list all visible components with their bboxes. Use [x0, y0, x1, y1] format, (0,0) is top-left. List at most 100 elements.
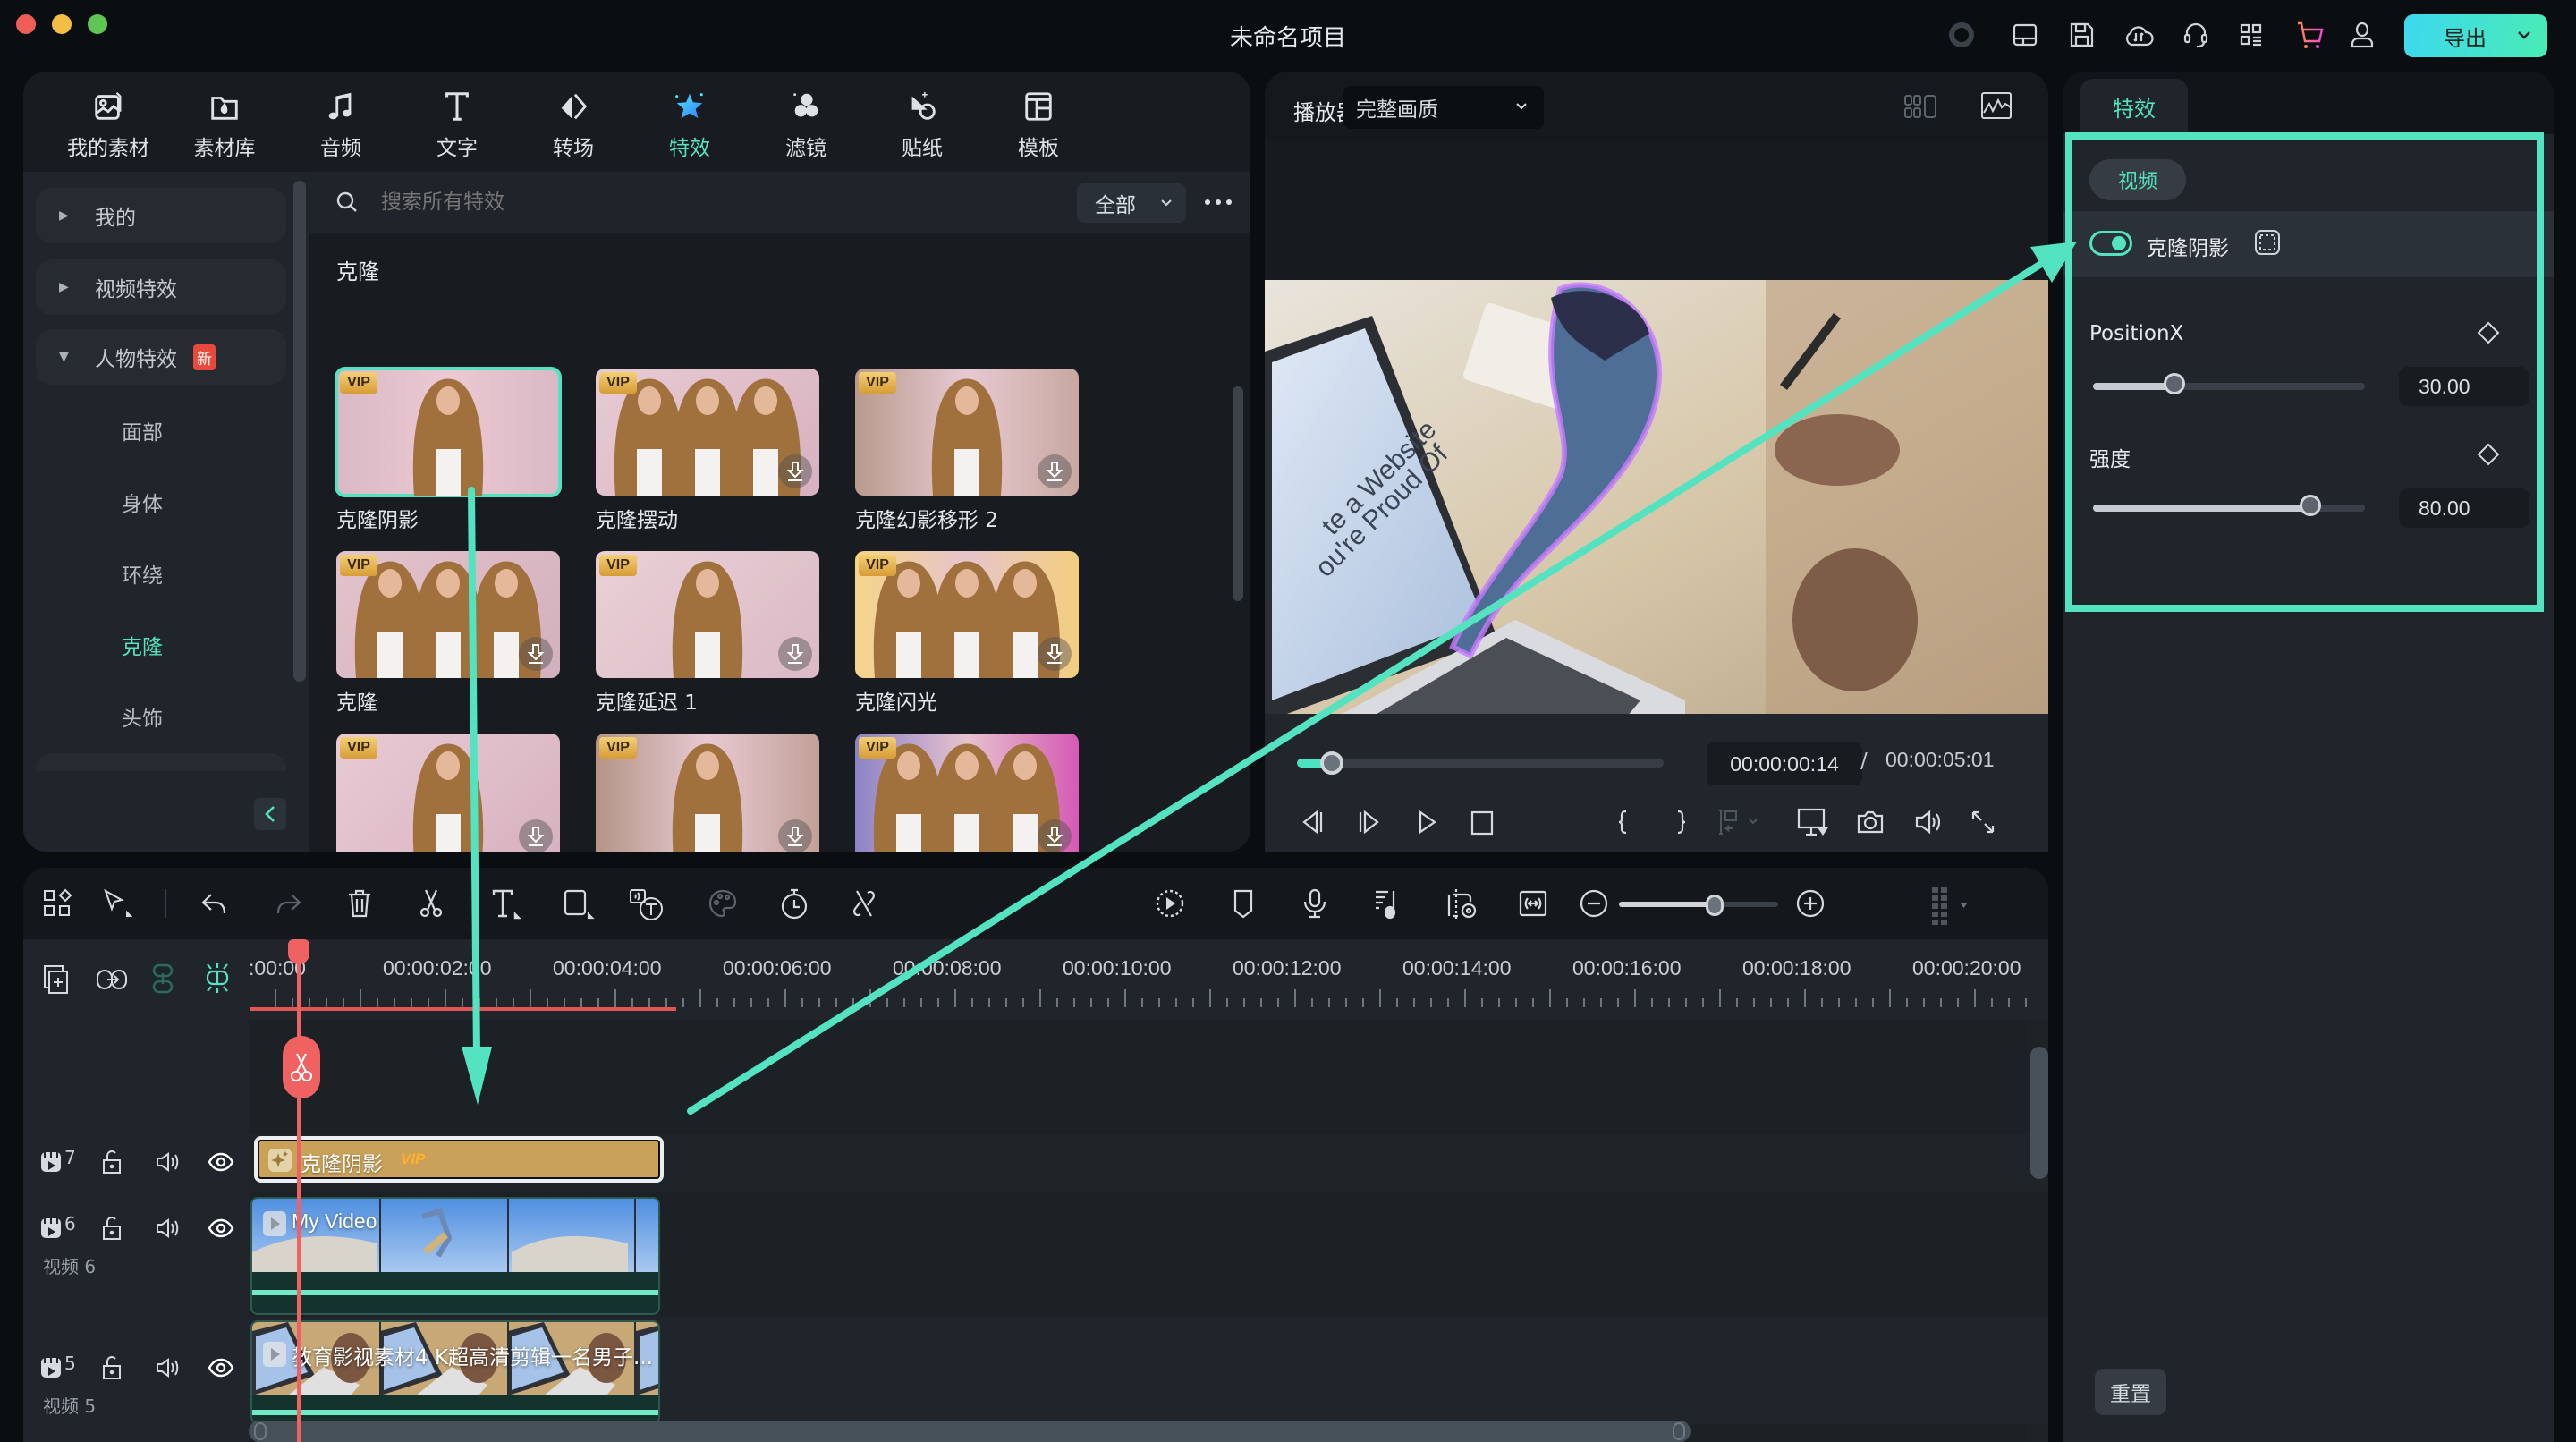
display-icon[interactable] [1796, 807, 1829, 837]
effect-thumbnail[interactable]: VIP [855, 551, 1079, 678]
sidebar-item-video-effects[interactable]: ▶ 视频特效 [36, 259, 286, 315]
apps-grid-icon[interactable] [2236, 20, 2267, 50]
record-icon[interactable] [1946, 20, 1977, 50]
keyframe-diamond-icon[interactable] [2476, 442, 2501, 467]
color-palette-icon[interactable] [707, 887, 739, 920]
visibility-eye-icon[interactable] [208, 1215, 234, 1242]
slider-handle[interactable] [2300, 495, 2322, 516]
playhead-handle[interactable] [288, 939, 309, 964]
export-button[interactable]: 导出 [2404, 14, 2547, 57]
effect-card[interactable]: VIP 克隆 [336, 551, 564, 730]
chevron-down-icon[interactable] [2515, 23, 2533, 47]
scroll-handle-left[interactable] [254, 1422, 267, 1440]
lock-icon[interactable] [98, 1149, 125, 1175]
render-preview-icon[interactable] [1154, 887, 1186, 920]
text-tool-icon[interactable] [488, 887, 521, 920]
mark-out-icon[interactable] [1665, 807, 1696, 837]
record-voice-icon[interactable] [1299, 887, 1331, 920]
lock-icon[interactable] [98, 1215, 125, 1242]
layout-grid-icon[interactable] [41, 887, 73, 920]
tab-filters[interactable]: 滤镜 [757, 89, 855, 161]
quality-select[interactable]: 完整画质 [1343, 86, 1544, 129]
download-icon[interactable] [519, 637, 553, 671]
timeline-zoom-slider[interactable] [1619, 895, 1778, 916]
sidebar-item-body[interactable]: 身体 [122, 487, 163, 517]
grid-scrollbar[interactable] [1233, 386, 1243, 601]
beat-sync-icon[interactable] [1370, 887, 1402, 920]
sidebar-item-headwear[interactable]: 头饰 [122, 701, 163, 732]
marker-icon[interactable] [1227, 887, 1259, 920]
group-tracks-icon[interactable] [148, 963, 179, 995]
intensity-slider[interactable] [2093, 495, 2365, 516]
tab-stickers[interactable]: 贴纸 [873, 89, 971, 161]
slider-handle[interactable] [2164, 373, 2186, 394]
tab-transition[interactable]: 转场 [524, 89, 623, 161]
account-icon[interactable] [2347, 20, 2377, 50]
compare-view-icon[interactable] [1903, 93, 1939, 120]
scroll-handle-right[interactable] [1673, 1422, 1685, 1440]
mask-icon[interactable] [2254, 229, 2281, 256]
snap-magnet-icon[interactable] [202, 961, 233, 995]
zoom-in-icon[interactable] [1794, 887, 1826, 920]
positionx-value-field[interactable]: 30.00 [2399, 367, 2529, 406]
play-icon[interactable] [1411, 807, 1442, 837]
zoom-out-icon[interactable] [1578, 887, 1610, 920]
volume-icon[interactable] [154, 1149, 181, 1175]
effect-card[interactable]: VIP 克隆延迟 1 [596, 551, 823, 730]
download-icon[interactable] [1038, 454, 1072, 488]
effect-card[interactable]: VIP 克隆阴影 [335, 367, 564, 547]
intensity-value-field[interactable]: 80.00 [2399, 488, 2529, 528]
sidebar-item-face[interactable]: 面部 [122, 415, 163, 445]
effect-card[interactable]: VIP 克隆摆动 [596, 369, 823, 547]
undo-icon[interactable] [199, 887, 231, 920]
download-icon[interactable] [778, 819, 812, 852]
reset-button[interactable]: 重置 [2095, 1369, 2166, 1415]
insert-icon[interactable] [1716, 807, 1758, 837]
effect-thumbnail[interactable]: VIP [855, 369, 1079, 496]
cart-icon[interactable] [2295, 20, 2326, 50]
horizontal-scrollbar[interactable] [249, 1421, 1690, 1442]
collapse-sidebar-button[interactable] [254, 798, 286, 830]
next-frame-icon[interactable] [1354, 807, 1385, 837]
visibility-eye-icon[interactable] [208, 1149, 234, 1175]
split-scissors-icon[interactable] [415, 887, 447, 920]
effect-thumbnail[interactable]: VIP [596, 369, 819, 496]
snapshot-icon[interactable] [1855, 807, 1885, 837]
layout-icon[interactable] [2010, 20, 2040, 50]
effect-card[interactable]: VIP 克隆幻影移形 2 [855, 369, 1082, 547]
sidebar-scrollbar[interactable] [293, 181, 306, 682]
video-clip-my-video[interactable]: My Video [250, 1197, 660, 1315]
effect-thumbnail[interactable]: VIP [335, 367, 562, 497]
prev-frame-icon[interactable] [1297, 807, 1327, 837]
scopes-icon[interactable] [1980, 91, 2012, 120]
fit-timeline-icon[interactable] [1517, 887, 1549, 920]
effect-thumbnail[interactable]: VIP [336, 551, 560, 678]
visibility-eye-icon[interactable] [208, 1354, 234, 1381]
cloud-sync-icon[interactable] [2123, 20, 2154, 50]
playback-progress-slider[interactable] [1297, 751, 1664, 775]
progress-handle[interactable] [1320, 751, 1344, 775]
select-pointer-icon[interactable] [100, 887, 132, 920]
sidebar-item-mine[interactable]: ▶ 我的 [36, 188, 286, 243]
delete-icon[interactable] [343, 887, 376, 920]
effect-enable-toggle[interactable] [2089, 231, 2132, 256]
filter-select[interactable]: 全部 [1077, 183, 1186, 223]
volume-icon[interactable] [154, 1215, 181, 1242]
effect-card[interactable]: VIP 克隆闪光 [855, 551, 1082, 730]
speed-timer-icon[interactable] [778, 887, 810, 920]
download-icon[interactable] [778, 637, 812, 671]
current-timecode[interactable]: 00:00:00:14 [1707, 742, 1862, 785]
stop-icon[interactable] [1467, 807, 1497, 837]
volume-icon[interactable] [154, 1354, 181, 1381]
link-clips-icon[interactable] [95, 964, 129, 995]
more-options-button[interactable] [1200, 186, 1236, 218]
effect-card[interactable]: VIP [596, 734, 823, 852]
fullscreen-icon[interactable] [1968, 807, 1998, 837]
tab-audio[interactable]: 音频 [292, 89, 390, 161]
tab-my-media[interactable]: 我的素材 [59, 89, 157, 161]
effect-thumbnail[interactable]: VIP [336, 734, 560, 852]
redo-icon[interactable] [272, 887, 304, 920]
effect-card[interactable]: VIP [855, 734, 1082, 852]
playhead-line[interactable] [297, 939, 301, 1442]
volume-icon[interactable] [1912, 807, 1943, 837]
